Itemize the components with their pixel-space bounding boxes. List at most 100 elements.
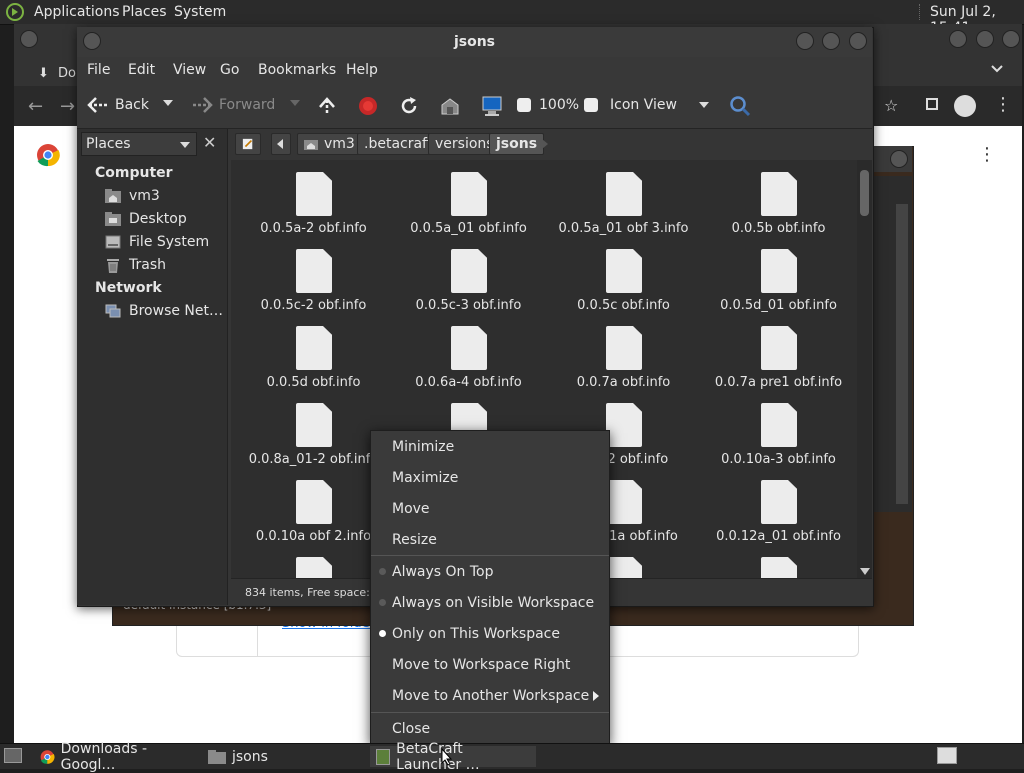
window-button-icon[interactable]	[976, 30, 994, 48]
reload-icon[interactable]	[399, 96, 419, 116]
menu-bookmarks[interactable]: Bookmarks	[258, 62, 336, 78]
file-item[interactable]: 0.0.5d_01 obf.info	[701, 239, 856, 313]
path-crumb-vm3[interactable]: vm3	[297, 133, 362, 155]
menu-item-maximize[interactable]: Maximize	[371, 462, 609, 493]
path-scroll-right-icon[interactable]	[541, 139, 549, 149]
forward-history-dropdown-icon[interactable]	[290, 98, 300, 108]
window-button-icon[interactable]	[890, 150, 908, 168]
forward-arrow-icon[interactable]: →	[60, 96, 75, 117]
file-item[interactable]: 0.0.7a obf.info	[546, 316, 701, 390]
minimize-icon[interactable]	[796, 32, 814, 50]
menu-view[interactable]: View	[173, 62, 206, 78]
file-item[interactable]	[701, 547, 856, 578]
window-button-icon[interactable]	[1002, 30, 1020, 48]
taskbar-item-jsons[interactable]: jsons	[202, 746, 368, 767]
menu-go[interactable]: Go	[220, 62, 239, 78]
kebab-menu-icon[interactable]: ⋮	[994, 94, 1012, 115]
window-button-icon[interactable]	[949, 30, 967, 48]
file-item[interactable]: 0.0.5d obf.info	[236, 316, 391, 390]
file-item[interactable]: 0.0.5c-3 obf.info	[391, 239, 546, 313]
places-menu[interactable]: Places	[122, 4, 167, 20]
back-history-dropdown-icon[interactable]	[163, 98, 173, 108]
path-crumb-label: vm3	[324, 136, 355, 152]
file-item[interactable]: 0.0.7a pre1 obf.info	[701, 316, 856, 390]
scrollbar-thumb[interactable]	[860, 170, 869, 216]
sidebar-selector[interactable]: Places	[81, 132, 197, 156]
file-item[interactable]: 0.0.6a-4 obf.info	[391, 316, 546, 390]
edit-location-button[interactable]	[235, 133, 261, 155]
sidebar-item-vm3[interactable]: vm3	[105, 188, 160, 204]
sidebar-item-label: Desktop	[129, 211, 187, 227]
forward-button[interactable]: Forward	[191, 96, 275, 114]
menu-item-move[interactable]: Move	[371, 493, 609, 524]
zoom-out-icon[interactable]	[517, 98, 531, 112]
file-item[interactable]	[236, 547, 391, 578]
radio-unchecked-icon	[379, 599, 386, 606]
file-item[interactable]: 0.0.5c obf.info	[546, 239, 701, 313]
file-name: 0.0.5a-2 obf.info	[260, 221, 367, 236]
menu-item-close[interactable]: Close	[371, 713, 609, 744]
menu-item-always-visible-workspace[interactable]: Always on Visible Workspace	[371, 587, 609, 618]
stop-icon[interactable]	[358, 96, 378, 116]
file-item[interactable]: 0.0.5a_01 obf 3.info	[546, 162, 701, 236]
file-item[interactable]: 0.0.10a obf 2.info	[236, 470, 391, 544]
sidebar-item-filesystem[interactable]: File System	[105, 234, 209, 250]
sidebar-item-browse-network[interactable]: Browse Net…	[105, 303, 223, 319]
mate-logo-icon[interactable]	[6, 3, 24, 21]
menu-item-only-this-workspace[interactable]: Only on This Workspace	[371, 618, 609, 649]
zoom-in-icon[interactable]	[584, 98, 598, 112]
close-sidebar-icon[interactable]: ✕	[203, 133, 216, 152]
file-item[interactable]: 0.0.12a_01 obf.info	[701, 470, 856, 544]
computer-icon[interactable]	[481, 95, 503, 117]
file-item[interactable]: 0.0.8a_01-2 obf.info	[236, 393, 391, 467]
menu-item-always-on-top[interactable]: Always On Top	[371, 556, 609, 587]
chevron-down-icon[interactable]	[990, 62, 1004, 76]
path-crumb-jsons[interactable]: jsons	[489, 133, 545, 155]
taskbar-item-downloads[interactable]: Downloads - Googl…	[34, 741, 200, 773]
scroll-down-icon[interactable]	[860, 568, 870, 576]
system-menu[interactable]: System	[174, 4, 226, 20]
show-desktop-icon[interactable]	[4, 748, 22, 763]
profile-avatar-icon[interactable]	[954, 95, 976, 117]
view-mode-dropdown-icon[interactable]	[699, 100, 709, 110]
path-scroll-left-button[interactable]	[271, 133, 291, 155]
menu-edit[interactable]: Edit	[128, 62, 155, 78]
menu-help[interactable]: Help	[346, 62, 378, 78]
view-mode-select[interactable]: Icon View	[610, 97, 677, 113]
computer-header: Computer	[95, 165, 173, 181]
file-name: 0.0.10a-3 obf.info	[721, 452, 836, 467]
document-icon	[451, 249, 487, 293]
taskbar-item-betacraft[interactable]: BetaCraft Launcher …	[370, 741, 536, 773]
workspace-switcher[interactable]	[937, 747, 957, 764]
file-item[interactable]: 0.0.5b obf.info	[701, 162, 856, 236]
window-button-icon[interactable]	[20, 30, 38, 48]
back-arrow-icon[interactable]: ←	[28, 96, 43, 117]
path-crumb-betacraft[interactable]: .betacraft	[357, 133, 440, 155]
launcher-scrollbar[interactable]	[896, 204, 908, 504]
vertical-scrollbar[interactable]	[857, 160, 872, 578]
sidebar-item-trash[interactable]: Trash	[105, 257, 166, 273]
menu-item-move-another-workspace[interactable]: Move to Another Workspace	[371, 680, 609, 711]
home-icon[interactable]	[440, 96, 460, 116]
up-icon[interactable]	[317, 96, 337, 116]
file-item[interactable]: 0.0.5a-2 obf.info	[236, 162, 391, 236]
sidebar-item-desktop[interactable]: Desktop	[105, 211, 187, 227]
applications-menu[interactable]: Applications	[34, 4, 120, 20]
page-kebab-icon[interactable]: ⋮	[978, 144, 996, 165]
search-icon[interactable]	[729, 95, 751, 117]
close-icon[interactable]	[849, 32, 867, 50]
star-icon[interactable]: ☆	[884, 96, 898, 115]
sidepanel-icon[interactable]	[926, 98, 938, 110]
menu-item-move-workspace-right[interactable]: Move to Workspace Right	[371, 649, 609, 680]
menu-item-label: Always on Visible Workspace	[392, 594, 595, 611]
maximize-icon[interactable]	[822, 32, 840, 50]
file-item[interactable]: 0.0.10a-3 obf.info	[701, 393, 856, 467]
downloads-tab-label[interactable]: Do	[58, 66, 76, 81]
menu-item-minimize[interactable]: Minimize	[371, 431, 609, 462]
menu-item-label: Close	[392, 720, 431, 737]
back-button[interactable]: Back	[87, 96, 149, 114]
file-item[interactable]: 0.0.5a_01 obf.info	[391, 162, 546, 236]
menu-file[interactable]: File	[87, 62, 110, 78]
menu-item-resize[interactable]: Resize	[371, 524, 609, 555]
file-item[interactable]: 0.0.5c-2 obf.info	[236, 239, 391, 313]
